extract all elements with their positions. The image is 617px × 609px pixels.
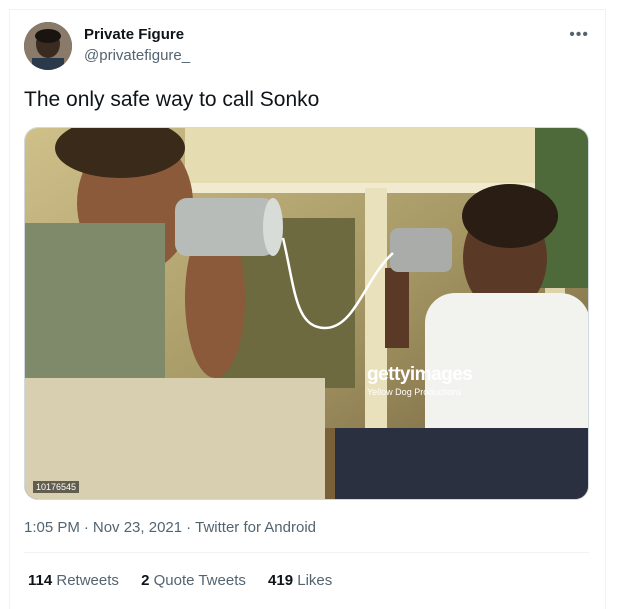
quotes-count: 2 — [141, 572, 150, 589]
watermark-logo: gettyimages — [367, 364, 473, 385]
tweet-stats: 114 Retweets 2 Quote Tweets 419 Likes — [28, 572, 350, 589]
media-photo — [25, 128, 588, 499]
tweet-date[interactable]: Nov 23, 2021 — [93, 519, 182, 536]
author-name[interactable]: Private Figure — [84, 26, 184, 43]
getty-watermark: gettyimages Yellow Dog Productions — [367, 364, 473, 397]
more-horizontal-icon[interactable]: ••• — [569, 26, 589, 44]
tweet-time[interactable]: 1:05 PM — [24, 519, 80, 536]
retweets-label: Retweets — [56, 572, 119, 589]
likes-stat[interactable]: 419 Likes — [268, 572, 332, 589]
tweet-media[interactable]: gettyimages Yellow Dog Productions 10176… — [24, 127, 589, 500]
divider — [24, 552, 589, 553]
image-id-label: 10176545 — [33, 481, 80, 493]
retweets-stat[interactable]: 114 Retweets — [28, 572, 119, 589]
quote-tweets-stat[interactable]: 2 Quote Tweets — [141, 572, 246, 589]
retweets-count: 114 — [28, 572, 53, 589]
likes-count: 419 — [268, 572, 294, 589]
watermark-credit: Yellow Dog Productions — [367, 387, 462, 397]
author-handle[interactable]: @privatefigure_ — [84, 47, 190, 64]
quotes-label: Quote Tweets — [153, 572, 246, 589]
tweet-source[interactable]: Twitter for Android — [195, 519, 316, 536]
avatar[interactable] — [24, 22, 72, 70]
tweet-text: The only safe way to call Sonko — [24, 88, 320, 111]
meta-separator: · — [83, 519, 89, 536]
meta-separator: · — [186, 519, 192, 536]
likes-label: Likes — [297, 572, 333, 589]
tweet-metadata: 1:05 PM · Nov 23, 2021 · Twitter for Android — [24, 519, 316, 536]
